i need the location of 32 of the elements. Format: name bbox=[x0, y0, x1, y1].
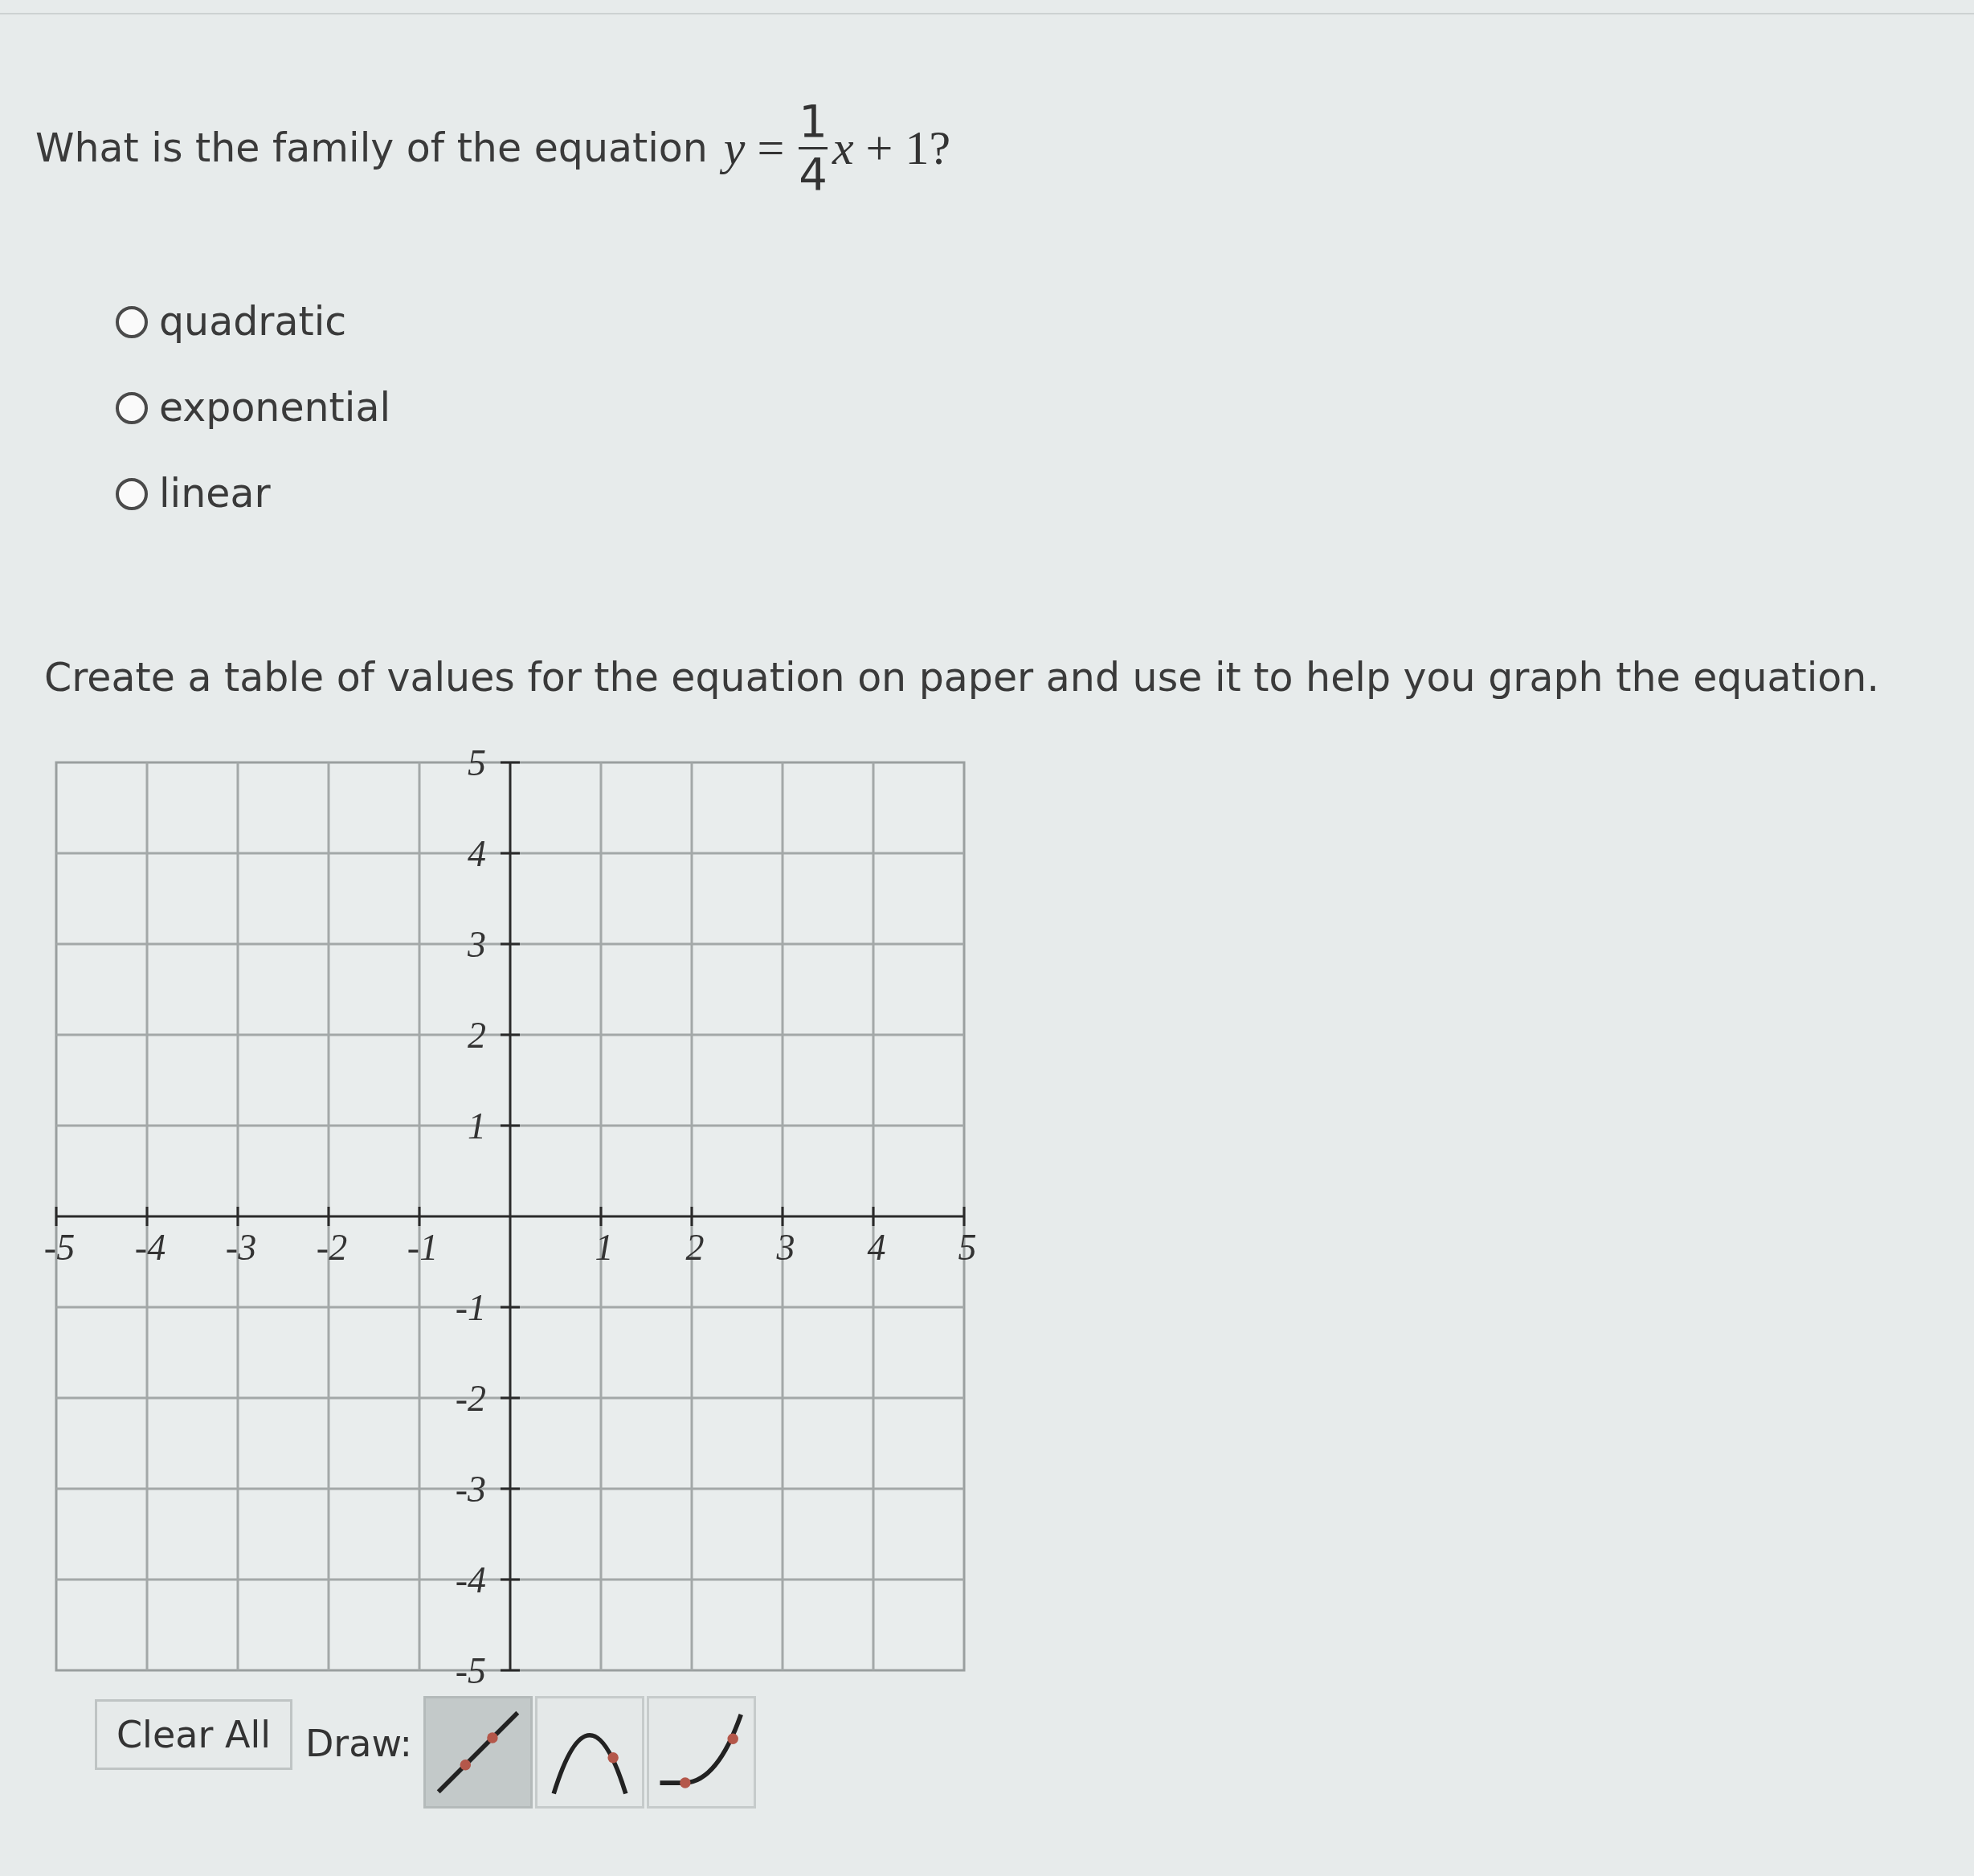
tick-label: 4 bbox=[867, 1227, 886, 1269]
tick-label: -3 bbox=[225, 1227, 257, 1269]
tick-label: 1 bbox=[468, 1106, 486, 1147]
parabola-tool-button[interactable] bbox=[535, 1696, 645, 1809]
tick-label: 2 bbox=[468, 1015, 486, 1057]
curve-tool-button[interactable] bbox=[647, 1696, 757, 1809]
tick-label: 3 bbox=[468, 924, 486, 966]
radio-button[interactable] bbox=[116, 477, 148, 510]
tick-label: 1 bbox=[595, 1227, 614, 1269]
tick-label: -5 bbox=[43, 1227, 76, 1269]
tick-label: -4 bbox=[134, 1227, 166, 1269]
tick-label: 3 bbox=[776, 1227, 795, 1269]
answer-option[interactable]: linear bbox=[116, 471, 271, 517]
tick-label: 2 bbox=[685, 1227, 705, 1269]
tick-label: -1 bbox=[407, 1227, 439, 1269]
radio-button[interactable] bbox=[116, 391, 148, 424]
tick-label: -2 bbox=[316, 1227, 348, 1269]
tick-label: -2 bbox=[455, 1378, 486, 1420]
tick-label: 5 bbox=[468, 742, 486, 784]
answer-option[interactable]: exponential bbox=[116, 385, 391, 431]
answer-option[interactable]: quadratic bbox=[116, 299, 347, 345]
line-tool-button[interactable] bbox=[423, 1696, 533, 1809]
tick-label: -5 bbox=[455, 1650, 486, 1689]
clear-all-button[interactable]: Clear All bbox=[95, 1699, 292, 1771]
tick-label: -3 bbox=[455, 1469, 486, 1510]
draw-label: Draw: bbox=[304, 1722, 413, 1766]
instruction-text: Create a table of values for the equation on paper and use it to help you graph the equation. bbox=[44, 655, 1879, 701]
tick-label: -4 bbox=[455, 1559, 486, 1601]
tick-label: 4 bbox=[468, 833, 486, 875]
tick-label: 5 bbox=[958, 1227, 977, 1269]
radio-button[interactable] bbox=[116, 305, 148, 338]
tick-label: -1 bbox=[455, 1287, 486, 1329]
